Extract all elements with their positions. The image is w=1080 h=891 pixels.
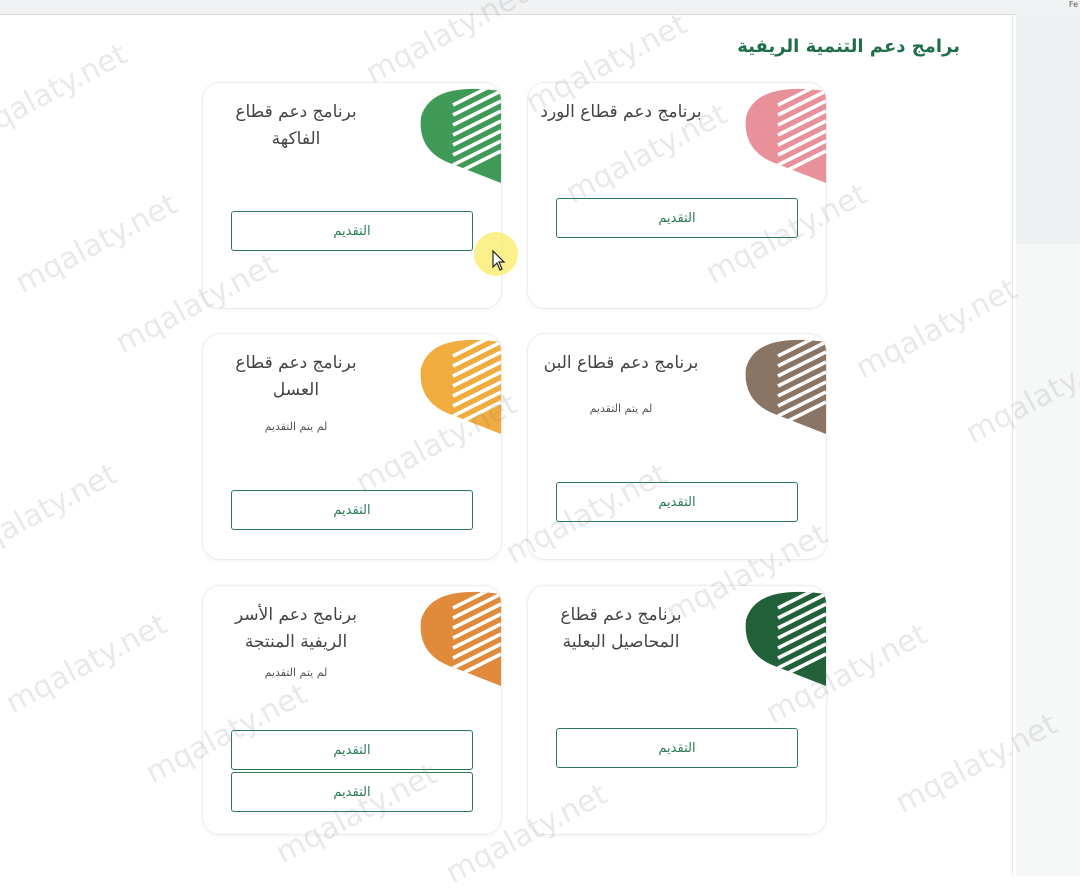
mouse-pointer-icon bbox=[492, 250, 506, 271]
watermark-text: mqalaty.net bbox=[0, 36, 134, 151]
leaf-logo-icon bbox=[420, 339, 501, 434]
card-title: برنامج دعم قطاع العسل bbox=[235, 353, 357, 400]
apply-button-secondary[interactable]: التقديم bbox=[231, 772, 473, 812]
program-card-honey: برنامج دعم قطاع العسل لم يتم التقديم الت… bbox=[202, 333, 502, 560]
apply-button[interactable]: التقديم bbox=[556, 198, 798, 238]
program-card-fruits: برنامج دعم قطاع الفاكهة التقديم bbox=[202, 82, 502, 309]
card-title: برنامج دعم الأسر الريفية المنتجة bbox=[235, 605, 357, 652]
apply-button[interactable]: التقديم bbox=[231, 490, 473, 530]
apply-button[interactable]: التقديم bbox=[231, 730, 473, 770]
application-status: لم يتم التقديم bbox=[264, 420, 328, 433]
watermark-text: mqalaty.net bbox=[10, 186, 184, 301]
page-title: برامج دعم التنمية الريفية bbox=[737, 36, 960, 57]
right-side-panel bbox=[1016, 14, 1080, 876]
card-title: برنامج دعم قطاع البن bbox=[543, 353, 699, 373]
right-panel-block bbox=[1016, 14, 1080, 244]
apply-button[interactable]: التقديم bbox=[556, 482, 798, 522]
watermark-text: mqalaty.net bbox=[0, 456, 124, 571]
application-status: لم يتم التقديم bbox=[264, 666, 328, 679]
leaf-logo-icon bbox=[745, 88, 826, 183]
apply-button[interactable]: التقديم bbox=[231, 211, 473, 251]
apply-button[interactable]: التقديم bbox=[556, 728, 798, 768]
program-card-rainfed-crops: برنامج دعم قطاع المحاصيل البعلية التقديم bbox=[527, 585, 827, 835]
leaf-logo-icon bbox=[745, 339, 826, 434]
watermark-text: mqalaty.net bbox=[850, 271, 1024, 386]
content-divider bbox=[1012, 14, 1013, 876]
card-title: برنامج دعم قطاع المحاصيل البعلية bbox=[560, 605, 682, 652]
watermark-text: mqalaty.net bbox=[0, 606, 174, 721]
leaf-logo-icon bbox=[420, 591, 501, 686]
top-bar-corner-text: Fe bbox=[1068, 0, 1078, 9]
card-title: برنامج دعم قطاع الفاكهة bbox=[235, 102, 357, 149]
program-card-roses: برنامج دعم قطاع الورد التقديم bbox=[527, 82, 827, 309]
application-status: لم يتم التقديم bbox=[589, 402, 653, 415]
program-card-rural-families: برنامج دعم الأسر الريفية المنتجة لم يتم … bbox=[202, 585, 502, 835]
leaf-logo-icon bbox=[745, 591, 826, 686]
browser-top-bar: Fe bbox=[0, 0, 1080, 15]
program-card-coffee: برنامج دعم قطاع البن لم يتم التقديم التق… bbox=[527, 333, 827, 560]
card-title: برنامج دعم قطاع الورد bbox=[540, 102, 702, 122]
leaf-logo-icon bbox=[420, 88, 501, 183]
